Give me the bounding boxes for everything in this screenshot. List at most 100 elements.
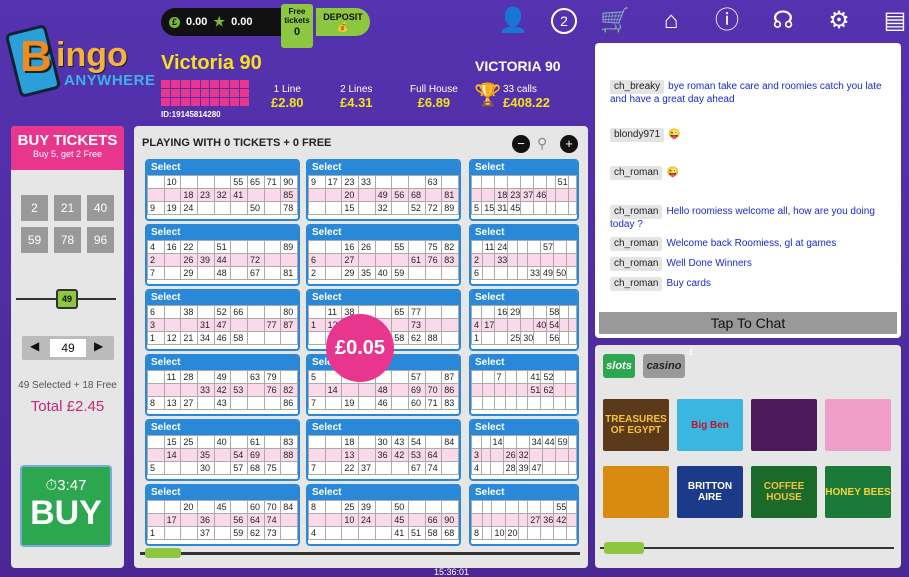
select-ticket-button[interactable]: Select [471, 421, 577, 435]
notification-icon[interactable]: 2 [551, 8, 577, 34]
games-scroll-handle[interactable] [604, 542, 644, 554]
search-icon[interactable]: ⚲ [537, 135, 547, 152]
tickets-scroll-handle[interactable] [145, 548, 181, 558]
bingo-ticket[interactable]: Select 11 28 49 63 79 33 42 53 76 82 8 13 27 43 86 [145, 354, 300, 416]
select-ticket-button[interactable]: Select [147, 291, 298, 305]
select-ticket-button[interactable]: Select [308, 161, 459, 175]
zoom-out-icon[interactable]: − [512, 135, 530, 153]
tickets-scrollbar[interactable] [140, 552, 580, 555]
bingo-ticket[interactable]: Select 15 25 40 61 83 14 35 54 69 88 5 30 57 68 75 [145, 419, 300, 481]
game-tile-coffee-house[interactable]: COFFEE HOUSE [751, 466, 817, 518]
cart-icon[interactable]: 🛒 [597, 6, 633, 36]
ticket-cell: 9 [308, 175, 326, 189]
decrease-icon[interactable]: ◀ [30, 339, 39, 353]
game-tile-honey-bees[interactable]: HONEY BEES [825, 466, 891, 518]
settings-icon[interactable]: ⚙ [821, 6, 857, 36]
info-icon[interactable]: ⓘ [709, 6, 745, 36]
ticket-cell [196, 201, 215, 215]
bingo-ticket[interactable]: Select 55 27 36 42 8 10 20 [469, 484, 579, 546]
bingo-ticket[interactable]: Select 11 24 57 2 33 6 33 49 50 [469, 224, 579, 286]
tab-slots[interactable]: slots [603, 354, 635, 378]
ticket-cell: 13 [163, 396, 182, 410]
select-ticket-button[interactable]: Select [471, 291, 577, 305]
ticket-cell: 60 [246, 500, 265, 514]
bingo-ticket[interactable]: Select 9 17 23 33 63 20 49 56 68 81 15 32 52 72 89 [306, 159, 461, 221]
bingo-ticket[interactable]: Select 7 41 52 51 62 [469, 354, 579, 416]
ticket-cell: 8 [147, 396, 165, 410]
select-ticket-button[interactable]: Select [308, 486, 459, 500]
select-ticket-button[interactable]: Select [308, 421, 459, 435]
select-ticket-button[interactable]: Select [147, 421, 298, 435]
ticket-cell: 20 [504, 526, 519, 540]
quick-buy-button[interactable]: 21 [54, 195, 81, 221]
spinner-value[interactable]: 49 [50, 339, 86, 357]
increase-icon[interactable]: ▶ [94, 339, 103, 353]
games-scrollbar[interactable] [600, 547, 894, 549]
ticket-cell: 27 [341, 253, 359, 267]
select-ticket-button[interactable]: Select [471, 486, 577, 500]
select-ticket-button[interactable]: Select [147, 226, 298, 240]
ticket-cell: 26 [357, 240, 376, 254]
ticket-cell [308, 240, 326, 254]
support-icon[interactable]: ☊ [765, 6, 801, 36]
ticket-cell: 77 [263, 318, 282, 332]
game-tile[interactable] [751, 399, 817, 451]
quick-buy-button[interactable]: 59 [21, 227, 48, 253]
ticket-cell [374, 500, 393, 514]
select-ticket-button[interactable]: Select [147, 356, 298, 370]
select-ticket-button[interactable]: Select [308, 226, 459, 240]
bingo-ticket[interactable]: Select 20 45 60 70 84 17 36 56 64 74 1 37 59 62 73 [145, 484, 300, 546]
home-icon[interactable]: ⌂ [653, 6, 689, 36]
select-ticket-button[interactable]: Select [471, 356, 577, 370]
quick-buy-button[interactable]: 96 [87, 227, 114, 253]
select-ticket-button[interactable]: Select [308, 291, 459, 305]
deposit-button[interactable]: DEPOSIT 💰 [316, 8, 370, 36]
bingo-ticket[interactable]: Select 10 55 65 71 90 18 23 32 41 85 9 19 24 50 78 [145, 159, 300, 221]
ticket-spinner[interactable]: ◀ 49 ▶ [22, 336, 114, 360]
document-icon[interactable]: ▤ [877, 6, 909, 36]
ticket-cell: 78 [280, 201, 298, 215]
select-ticket-button[interactable]: Select [147, 161, 298, 175]
ticket-slider-handle[interactable]: 49 [56, 289, 78, 309]
bingo-ticket[interactable]: Select 16 29 58 4 17 40 54 1 25 30 56 [469, 289, 579, 351]
select-ticket-button[interactable]: Select [471, 161, 577, 175]
ticket-cell: 87 [441, 370, 459, 384]
game-tile[interactable] [825, 399, 891, 451]
bingo-ticket[interactable]: Select 14 34 44 59 3 26 32 4 28 39 47 [469, 419, 579, 481]
bingo-anywhere-logo[interactable]: B ingo ANYWHERE [4, 23, 156, 99]
quick-buy-button[interactable]: 2 [21, 195, 48, 221]
game-tile-britton-aire[interactable]: BRITTON AIRE [677, 466, 743, 518]
free-tickets[interactable]: Free tickets 0 [281, 4, 313, 48]
quick-buy-button[interactable]: 40 [87, 195, 114, 221]
select-ticket-button[interactable]: Select [147, 486, 298, 500]
ticket-cell [553, 383, 566, 397]
ticket-cell [424, 305, 443, 319]
ticket-cell: 51 [554, 175, 569, 189]
ticket-cell [424, 500, 443, 514]
game-tile-treasures-of-egypt[interactable]: TREASURES OF EGYPT [603, 399, 669, 451]
tab-casino[interactable]: casino [643, 354, 685, 378]
balance-bar[interactable]: £ 0.00 ★ 0.00 [161, 8, 281, 36]
game-tile-big-ben[interactable]: Big Ben [677, 399, 743, 451]
select-ticket-button[interactable]: Select [471, 226, 577, 240]
bingo-ticket[interactable]: Select 51 18 23 37 46 5 15 31 45 [469, 159, 579, 221]
ticket-cell: 22 [341, 461, 359, 475]
ticket-cell [566, 240, 577, 254]
bingo-ticket[interactable]: Select 8 25 39 50 10 24 45 66 90 4 41 51 58 68 [306, 484, 461, 546]
ticket-cell [441, 318, 459, 332]
bingo-ticket[interactable]: Select 16 26 55 75 82 6 27 61 76 83 2 29 35 40 59 [306, 224, 461, 286]
bingo-ticket[interactable]: Select 6 38 52 66 80 3 31 47 77 87 1 12 21 34 46 58 [145, 289, 300, 351]
bingo-ticket[interactable]: Select 18 30 43 54 84 13 36 42 53 64 7 22 37 67 74 [306, 419, 461, 481]
user-icon[interactable]: 👤 [495, 6, 531, 36]
ticket-cell [357, 383, 376, 397]
quick-buy-button[interactable]: 78 [54, 227, 81, 253]
tap-to-chat-button[interactable]: Tap To Chat [599, 312, 897, 334]
zoom-in-icon[interactable]: + [560, 135, 578, 153]
bingo-ticket[interactable]: Select 4 16 22 51 89 2 26 39 44 72 7 29 48 67 81 [145, 224, 300, 286]
ticket-cell [517, 500, 529, 514]
game-tile[interactable] [603, 466, 669, 518]
ticket-cell [471, 370, 484, 384]
ticket-cell: 66 [424, 513, 443, 527]
ticket-cell [324, 253, 343, 267]
buy-button[interactable]: ⏱3:47 BUY [20, 465, 112, 547]
